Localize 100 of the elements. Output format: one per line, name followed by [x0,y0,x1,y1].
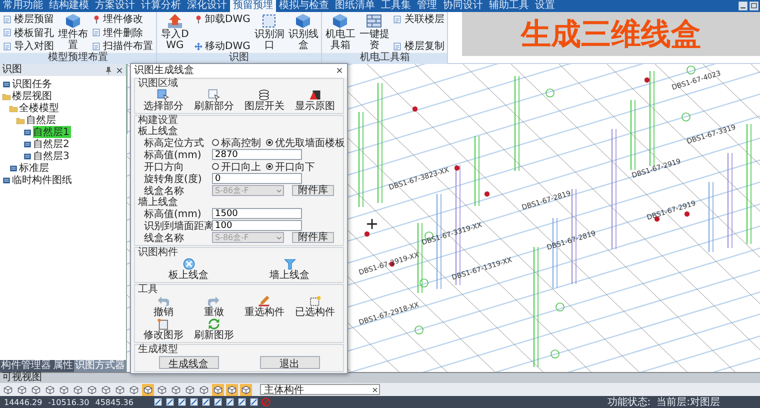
view-tool-button[interactable] [72,384,84,396]
ribbon-tab[interactable]: 计算分析 [138,0,184,12]
tree-item[interactable]: 临时构件图纸 [12,174,74,186]
ribbon-button[interactable]: 一键提资 [358,13,390,52]
ribbon-tab[interactable]: 辅助工具 [486,0,532,12]
ribbon-tab[interactable]: 图纸清单 [332,0,378,12]
radio-option[interactable]: 开口向下 [266,160,315,174]
tree-item[interactable]: 自然层3 [33,150,72,162]
refresh-icon [208,318,220,330]
view-tool-button[interactable] [184,384,196,396]
tool-button[interactable]: 撤销 [153,295,174,318]
view-tool-button[interactable] [226,384,238,396]
snap-icon[interactable] [201,397,212,407]
ribbon-button[interactable]: 扫描件布置 [91,40,154,52]
panel-tab[interactable]: 构件管理器 [0,360,52,372]
snap-icon[interactable] [225,397,236,407]
ribbon-button[interactable]: 机电工具箱 [324,13,356,52]
tool-button[interactable]: 刷新部分 [194,89,234,112]
view-tool-button[interactable] [114,384,126,396]
radio-option[interactable]: 优先取墙面楼板 [266,136,345,150]
tree-item[interactable]: 识图任务 [12,78,54,90]
dialog-button[interactable]: 退出 [260,356,320,369]
tool-button[interactable]: 重做 [204,295,224,318]
ribbon-tab[interactable]: 管理 [414,0,440,12]
view-tool-button[interactable] [240,384,252,396]
ribbon-button[interactable]: 楼层预留 [2,13,55,25]
view-tool-button[interactable] [170,384,182,396]
snap-icon[interactable] [189,397,200,407]
tree-item[interactable]: 自然层2 [33,138,72,150]
radio-button[interactable] [212,163,219,170]
tool-button[interactable]: 已选构件 [294,295,335,318]
tool-button[interactable]: 修改图形 [143,318,184,341]
view-tool-button[interactable] [44,384,56,396]
ribbon-button[interactable]: 楼层复制 [392,40,446,52]
ribbon-button[interactable]: 导入对图 [2,40,55,52]
ribbon-tab[interactable]: 结构建模 [46,0,92,12]
radio-button[interactable] [212,139,219,146]
view-tool-button[interactable] [100,384,112,396]
view-tool-button[interactable] [198,384,210,396]
ribbon-button[interactable]: 埋件删除 [91,26,154,38]
close-icon[interactable] [115,66,124,74]
tree-item[interactable]: 标准层 [19,162,51,174]
radio-option[interactable]: 标高控制 [212,136,261,150]
ribbon-button[interactable]: 埋件修改 [91,13,154,25]
radio-button[interactable] [266,139,273,146]
view-tool-button[interactable] [30,384,42,396]
tool-button[interactable]: 墙上线盒 [270,258,310,281]
view-tool-button[interactable] [86,384,98,396]
close-icon[interactable] [335,66,344,75]
ribbon-button[interactable]: 识别洞口 [253,13,286,52]
panel-tab[interactable]: 属性 [52,360,74,372]
ribbon-tab[interactable]: 深化设计 [184,0,230,12]
minimize-icon[interactable] [738,1,748,11]
ribbon-button[interactable]: 移动DWG [193,40,252,52]
ribbon-tab[interactable]: 工具集 [378,0,414,12]
view-tool-button[interactable] [128,384,140,396]
dialog-button[interactable]: 生成线盒 [158,356,218,369]
tree-item[interactable]: 自然层 [26,114,58,126]
tree-item[interactable]: 全楼模型 [19,102,61,114]
ribbon-tab[interactable]: 常用功能 [0,0,46,12]
ribbon-button[interactable]: 卸载DWG [193,13,252,25]
snap-icon[interactable] [153,397,164,407]
radio-button[interactable] [266,163,273,170]
pin-icon[interactable] [104,66,113,74]
view-tool-button[interactable] [16,384,28,396]
tree-item[interactable]: 自然层1 [33,126,72,138]
filter-dropdown[interactable]: 主体构件 [260,384,380,395]
ribbon-button[interactable]: 关联楼层 [392,13,446,25]
input-field[interactable]: 1500 [212,208,302,219]
snap-icon[interactable] [249,397,260,407]
view-tool-button[interactable] [58,384,70,396]
view-tool-button[interactable] [2,384,14,396]
view-tool-button[interactable] [156,384,168,396]
maximize-icon[interactable] [749,1,759,11]
ribbon-button[interactable]: 识别线盒 [287,13,320,52]
tool-button[interactable]: 重选构件 [244,295,284,318]
snap-icon[interactable] [165,397,176,407]
ribbon-button[interactable]: 埋件布置 [57,13,89,52]
tool-button[interactable]: 刷新图形 [194,318,234,341]
input-field[interactable]: 0 [212,173,302,184]
tool-button[interactable]: 图层开关 [244,89,284,112]
tool-button[interactable]: 显示原图 [294,89,335,112]
layer-node-icon [9,164,18,172]
tool-button[interactable]: 板上线盒 [168,258,208,281]
ribbon-button[interactable]: 导入DWG [159,13,191,52]
snap-icon[interactable] [237,397,248,407]
snap-icon[interactable] [177,397,188,407]
snap-icon[interactable] [213,397,224,407]
input-field[interactable]: 100 [212,220,302,231]
ribbon-tab[interactable]: 协同设计 [440,0,486,12]
view-tool-button[interactable] [142,384,154,396]
ribbon-tab[interactable]: 设置 [532,0,558,12]
view-tool-button[interactable] [212,384,224,396]
ribbon-tab[interactable]: 预留预埋 [230,0,276,12]
input-field[interactable]: 2870 [212,149,302,160]
radio-option[interactable]: 开口向上 [212,160,261,174]
close-icon[interactable] [371,386,379,394]
ribbon-button[interactable]: 楼板留孔 [2,26,55,38]
tool-button[interactable]: 选择部分 [143,89,184,112]
tree-item[interactable]: 楼层视图 [12,90,54,102]
